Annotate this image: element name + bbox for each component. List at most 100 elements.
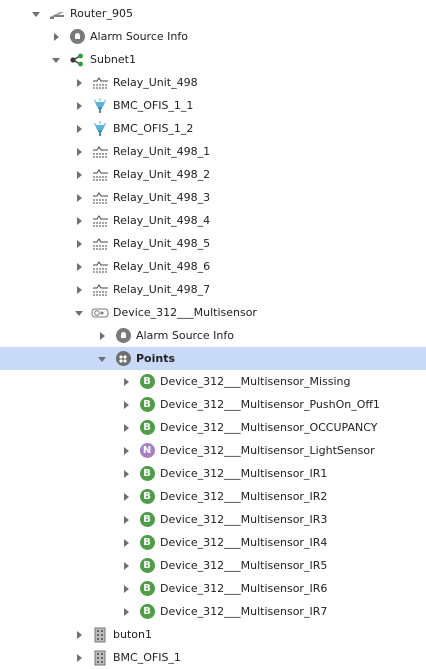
network-share-icon [68,51,86,69]
relay-unit-icon [91,166,109,184]
tree-row-label: BMC_OFIS_1 [113,651,181,664]
collapsed-arrow-icon[interactable] [73,284,85,296]
tree-row-relay-unit[interactable]: Relay_Unit_498_1 [0,140,426,163]
tree-row-bmc-ofis[interactable]: BMC_OFIS_1_1 [0,94,426,117]
tree-row-label: Device_312___Multisensor_IR5 [160,559,328,572]
tree-row-label: Device_312___Multisensor_Missing [160,375,351,388]
tree-row-label: Relay_Unit_498_3 [113,191,211,204]
tree-row-relay-unit[interactable]: Relay_Unit_498_4 [0,209,426,232]
alarm-bell-icon [68,28,86,46]
boolean-point-icon: B [138,603,156,621]
tree-row-label: Device_312___Multisensor [113,306,257,319]
tree-row-alarm-source-info[interactable]: Alarm Source Info [0,25,426,48]
tree-row-label: Device_312___Multisensor_PushOn_Off1 [160,398,380,411]
tree-row-label: Relay_Unit_498_7 [113,283,211,296]
tree-row-point[interactable]: B Device_312___Multisensor_IR4 [0,531,426,554]
collapsed-arrow-icon[interactable] [50,31,62,43]
collapsed-arrow-icon[interactable] [120,399,132,411]
tree-row-buton1[interactable]: buton1 [0,623,426,646]
collapsed-arrow-icon[interactable] [120,537,132,549]
tree-row-bmc-ofis[interactable]: BMC_OFIS_1_2 [0,117,426,140]
expand-arrow-icon[interactable] [50,54,62,66]
collapsed-arrow-icon[interactable] [73,192,85,204]
relay-unit-icon [91,74,109,92]
tree-row-point[interactable]: B Device_312___Multisensor_OCCUPANCY [0,416,426,439]
tree-row-label: buton1 [113,628,152,641]
relay-unit-icon [91,258,109,276]
boolean-point-icon: B [138,488,156,506]
panel-device-icon [91,626,109,644]
tree-row-label: Relay_Unit_498_1 [113,145,211,158]
expand-arrow-icon[interactable] [73,307,85,319]
numeric-point-icon: N [138,442,156,460]
tree-row-point[interactable]: B Device_312___Multisensor_IR5 [0,554,426,577]
boolean-point-icon: B [138,465,156,483]
sensor-device-icon [91,120,109,138]
tree-row-relay-unit[interactable]: Relay_Unit_498_2 [0,163,426,186]
tree-row-relay-unit[interactable]: Relay_Unit_498_5 [0,232,426,255]
tree-row-label: Device_312___Multisensor_IR1 [160,467,328,480]
tree-row-subnet1[interactable]: Subnet1 [0,48,426,71]
collapsed-arrow-icon[interactable] [120,491,132,503]
tree-row-router[interactable]: Router_905 [0,2,426,25]
tree-row-point[interactable]: B Device_312___Multisensor_IR2 [0,485,426,508]
tree-row-label: Alarm Source Info [136,329,234,342]
tree-row-relay-unit[interactable]: Relay_Unit_498_6 [0,255,426,278]
collapsed-arrow-icon[interactable] [73,238,85,250]
relay-unit-icon [91,212,109,230]
collapsed-arrow-icon[interactable] [73,629,85,641]
collapsed-arrow-icon[interactable] [120,583,132,595]
boolean-point-icon: B [138,396,156,414]
collapsed-arrow-icon[interactable] [73,261,85,273]
tree-row-point[interactable]: B Device_312___Multisensor_IR3 [0,508,426,531]
collapsed-arrow-icon[interactable] [96,330,108,342]
tree-row-label: Device_312___Multisensor_IR3 [160,513,328,526]
collapsed-arrow-icon[interactable] [73,146,85,158]
tree-row-label: Device_312___Multisensor_LightSensor [160,444,375,457]
collapsed-arrow-icon[interactable] [120,514,132,526]
collapsed-arrow-icon[interactable] [73,123,85,135]
collapsed-arrow-icon[interactable] [120,422,132,434]
tree-row-label: Device_312___Multisensor_IR7 [160,605,328,618]
tree-row-relay-unit[interactable]: Relay_Unit_498_7 [0,278,426,301]
boolean-point-icon: B [138,511,156,529]
tree-row-multisensor-device[interactable]: Device_312___Multisensor [0,301,426,324]
tree-row-point[interactable]: N Device_312___Multisensor_LightSensor [0,439,426,462]
tree-row-point[interactable]: B Device_312___Multisensor_IR6 [0,577,426,600]
collapsed-arrow-icon[interactable] [120,560,132,572]
collapsed-arrow-icon[interactable] [73,652,85,664]
tree-row-bmc-ofis-1[interactable]: BMC_OFIS_1 [0,646,426,669]
tree-row-relay-unit[interactable]: Relay_Unit_498 [0,71,426,94]
collapsed-arrow-icon[interactable] [73,77,85,89]
tree-row-label: Device_312___Multisensor_IR2 [160,490,328,503]
collapsed-arrow-icon[interactable] [73,215,85,227]
tree-row-points[interactable]: Points [0,347,426,370]
collapsed-arrow-icon[interactable] [120,468,132,480]
boolean-point-icon: B [138,557,156,575]
relay-unit-icon [91,189,109,207]
tree-row-label: Device_312___Multisensor_IR4 [160,536,328,549]
tree-row-relay-unit[interactable]: Relay_Unit_498_3 [0,186,426,209]
collapsed-arrow-icon[interactable] [73,100,85,112]
tree-row-point[interactable]: B Device_312___Multisensor_Missing [0,370,426,393]
tree-row-point[interactable]: B Device_312___Multisensor_IR1 [0,462,426,485]
tree-row-label: Alarm Source Info [90,30,188,43]
boolean-point-icon: B [138,419,156,437]
tree-row-point[interactable]: B Device_312___Multisensor_PushOn_Off1 [0,393,426,416]
relay-unit-icon [91,235,109,253]
collapsed-arrow-icon[interactable] [120,606,132,618]
tree-row-point[interactable]: B Device_312___Multisensor_IR7 [0,600,426,623]
collapsed-arrow-icon[interactable] [120,445,132,457]
tree-row-alarm-source-info[interactable]: Alarm Source Info [0,324,426,347]
collapsed-arrow-icon[interactable] [73,169,85,181]
expand-arrow-icon[interactable] [30,8,42,20]
relay-unit-icon [91,143,109,161]
multisensor-icon [91,304,109,322]
collapsed-arrow-icon[interactable] [120,376,132,388]
tree-row-label: BMC_OFIS_1_2 [113,122,194,135]
boolean-point-icon: B [138,373,156,391]
tree-row-label: Device_312___Multisensor_OCCUPANCY [160,421,378,434]
expand-arrow-icon[interactable] [96,353,108,365]
tree-row-label: Relay_Unit_498_5 [113,237,211,250]
boolean-point-icon: B [138,580,156,598]
